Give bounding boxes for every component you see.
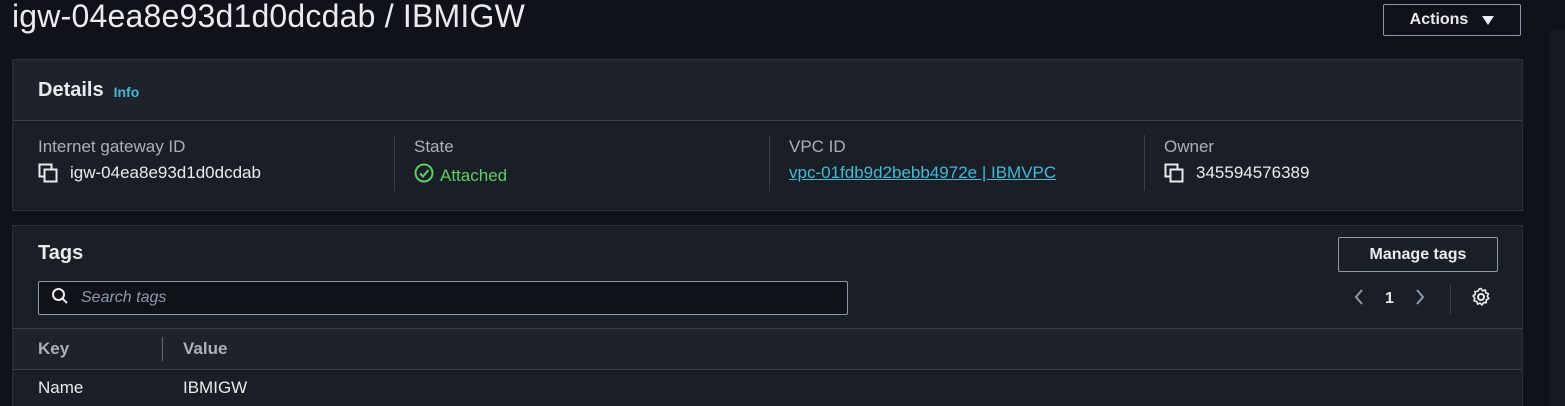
page: igw-04ea8e93d1d0dcdab / IBMIGW Actions D… xyxy=(0,0,1565,406)
field-divider xyxy=(769,135,770,191)
tag-value-cell: IBMIGW xyxy=(183,378,248,397)
tags-title: Tags xyxy=(38,242,84,264)
pagination: 1 xyxy=(1353,284,1491,314)
field-value: Attached xyxy=(414,163,507,188)
chevron-right-icon[interactable] xyxy=(1414,288,1426,311)
page-title: igw-04ea8e93d1d0dcdab / IBMIGW xyxy=(12,0,525,34)
copy-icon[interactable] xyxy=(38,163,58,183)
field-divider xyxy=(394,135,395,191)
chevron-left-icon[interactable] xyxy=(1353,288,1365,311)
check-circle-icon xyxy=(414,163,434,188)
search-tags-box xyxy=(38,281,848,315)
tags-table-header: Key Value xyxy=(13,328,1522,370)
page-number[interactable]: 1 xyxy=(1385,290,1394,308)
copy-icon[interactable] xyxy=(1164,163,1184,183)
field-value: igw-04ea8e93d1d0dcdab xyxy=(38,163,261,183)
column-header-key[interactable]: Key xyxy=(38,339,69,359)
field-label: VPC ID xyxy=(789,137,846,156)
details-fields: Internet gateway ID igw-04ea8e93d1d0dcda… xyxy=(13,121,1522,211)
page-scrollbar[interactable] xyxy=(1550,30,1565,406)
field-value: vpc-01fdb9d2bebb4972e | IBMVPC xyxy=(789,163,1056,183)
field-state: State Attached xyxy=(414,137,507,188)
actions-button-label: Actions xyxy=(1409,11,1469,28)
table-row: Name IBMIGW xyxy=(13,369,1522,406)
details-panel: Details Info Internet gateway ID igw-04e… xyxy=(12,59,1523,211)
manage-tags-button[interactable]: Manage tags xyxy=(1338,237,1498,272)
field-internet-gateway-id: Internet gateway ID igw-04ea8e93d1d0dcda… xyxy=(38,137,261,183)
search-tags-input[interactable] xyxy=(79,288,843,308)
search-icon xyxy=(51,287,69,310)
info-link[interactable]: Info xyxy=(114,84,140,100)
field-value: 345594576389 xyxy=(1164,163,1309,183)
actions-button[interactable]: Actions xyxy=(1383,4,1521,36)
column-divider[interactable] xyxy=(162,337,163,361)
details-header: Details Info xyxy=(13,60,1522,121)
pager-divider xyxy=(1449,284,1451,314)
owner-value: 345594576389 xyxy=(1196,163,1310,182)
details-title: Details xyxy=(38,78,104,101)
caret-down-icon xyxy=(1482,15,1495,25)
tags-panel: Tags Manage tags 1 xyxy=(12,225,1523,406)
field-divider xyxy=(1144,135,1145,191)
vpc-id-link[interactable]: vpc-01fdb9d2bebb4972e | IBMVPC xyxy=(789,163,1056,183)
field-label: Owner xyxy=(1164,137,1215,156)
field-owner: Owner 345594576389 xyxy=(1164,137,1309,183)
column-header-value[interactable]: Value xyxy=(183,339,227,359)
field-label: Internet gateway ID xyxy=(38,137,186,156)
internet-gateway-id-value: igw-04ea8e93d1d0dcdab xyxy=(70,163,261,182)
field-label: State xyxy=(414,137,454,156)
tag-key-cell: Name xyxy=(38,378,84,397)
state-value: Attached xyxy=(440,165,508,185)
field-vpc-id: VPC ID vpc-01fdb9d2bebb4972e | IBMVPC xyxy=(789,137,1056,183)
gear-icon[interactable] xyxy=(1471,287,1491,312)
